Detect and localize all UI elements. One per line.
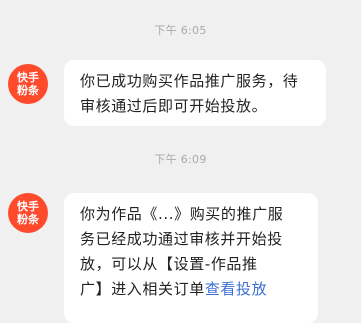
- message-bubble[interactable]: 你为作品《...》购买的推广服 务已经成功通过审核并开始投 放，可以从【设置-作…: [64, 193, 318, 323]
- message-bubble[interactable]: 你已成功购买作品推广服务，待 审核通过后即可开始投放。: [64, 60, 326, 126]
- message-text-line: 放，可以从【设置-作品推: [80, 255, 258, 273]
- message-timestamp: 下午 6:09: [154, 153, 207, 166]
- message-text-line: 你为作品《...》购买的推广服: [80, 205, 284, 223]
- message-text-line: 审核通过后即可开始投放。: [80, 97, 268, 115]
- sender-avatar[interactable]: 快手 粉条: [8, 193, 48, 233]
- avatar-text: 快手: [17, 71, 39, 84]
- avatar-text: 快手: [17, 200, 39, 213]
- avatar-text: 粉条: [17, 213, 39, 226]
- message-text-line: 广】进入相关订单查看投放: [80, 277, 318, 302]
- message-text-line: 你已成功购买作品推广服务，待: [80, 72, 299, 90]
- view-delivery-link[interactable]: 查看投放: [205, 280, 267, 298]
- message-text-line: 务已经成功通过审核并开始投: [80, 230, 283, 248]
- message-timestamp: 下午 6:05: [154, 24, 207, 37]
- avatar-text: 粉条: [17, 84, 39, 97]
- sender-avatar[interactable]: 快手 粉条: [8, 64, 48, 104]
- chat-thread[interactable]: 下午 6:05 快手 粉条 你已成功购买作品推广服务，待 审核通过后即可开始投放…: [0, 0, 361, 323]
- message-text-fragment: 广】进入相关订单: [80, 280, 205, 298]
